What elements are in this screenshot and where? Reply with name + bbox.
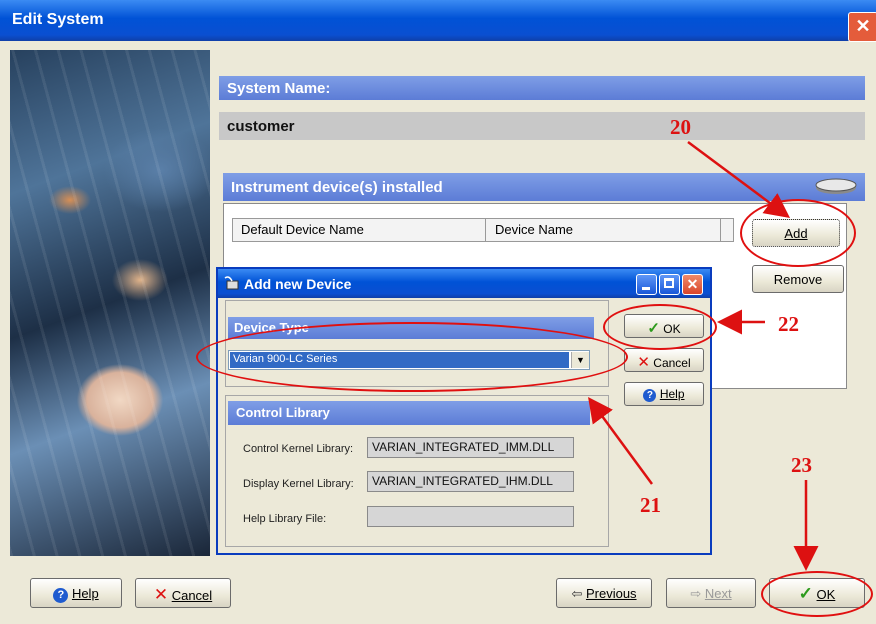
annotation-label-21: 21 (640, 493, 661, 517)
annotation-arrows (588, 140, 819, 571)
annotation-label-22: 22 (778, 312, 799, 336)
annotation-label-23: 23 (791, 453, 812, 477)
annotation-label-20: 20 (670, 115, 691, 139)
